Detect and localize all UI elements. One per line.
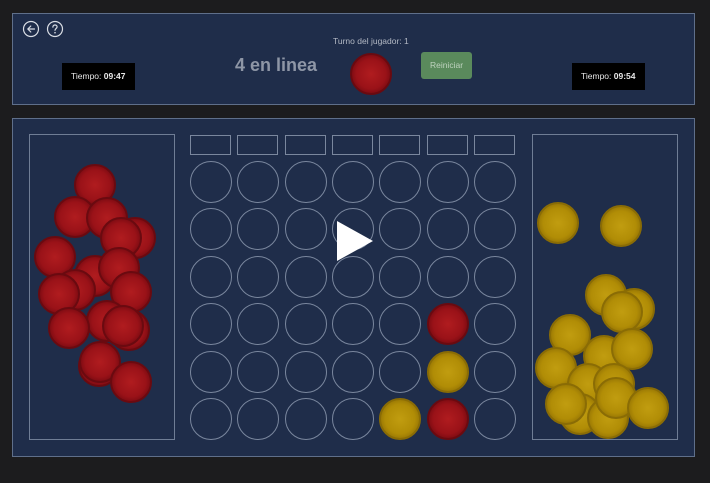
- board-cell[interactable]: [331, 161, 374, 203]
- board-cell[interactable]: [190, 303, 232, 346]
- column-drop-slot-5[interactable]: [379, 135, 421, 155]
- yellow-piece[interactable]: [601, 291, 643, 333]
- board-cell[interactable]: [284, 255, 327, 298]
- board-cell[interactable]: [237, 161, 280, 203]
- yellow-piece[interactable]: [537, 202, 579, 244]
- board-cell[interactable]: [379, 161, 422, 203]
- board-cell[interactable]: [284, 303, 327, 346]
- board-cell[interactable]: [473, 350, 516, 393]
- red-piece[interactable]: [102, 305, 144, 347]
- column-drop-slot-1[interactable]: [190, 135, 231, 155]
- board-cell[interactable]: [331, 350, 374, 393]
- column-drop-slot-4[interactable]: [331, 135, 373, 155]
- board-cell[interactable]: [190, 350, 232, 393]
- board-cell[interactable]: [237, 255, 280, 298]
- board-cell[interactable]: [473, 208, 516, 251]
- yellow-piece[interactable]: [600, 205, 642, 247]
- player2-timer: Tiempo: 09:54: [572, 63, 645, 90]
- player2-timer-label: Tiempo:: [581, 71, 612, 81]
- column-drop-slot-6[interactable]: [426, 135, 468, 155]
- board-cell[interactable]: [379, 255, 422, 298]
- board-cell[interactable]: [473, 161, 516, 203]
- player1-piece-tray: [29, 134, 175, 440]
- board-cell[interactable]: [190, 255, 232, 298]
- board-cell[interactable]: [237, 398, 280, 440]
- red-piece-placed: [426, 398, 469, 440]
- column-drop-slot-7[interactable]: [473, 135, 515, 155]
- board-cell[interactable]: [379, 350, 422, 393]
- board-cell[interactable]: [331, 398, 374, 440]
- board-cell[interactable]: [473, 398, 516, 440]
- board-cell[interactable]: [426, 255, 469, 298]
- board-cell[interactable]: [190, 161, 232, 203]
- play-icon[interactable]: [333, 219, 377, 263]
- board-cell[interactable]: [284, 208, 327, 251]
- board-cell[interactable]: [237, 350, 280, 393]
- red-piece-placed: [426, 303, 469, 346]
- player2-timer-value: 09:54: [613, 71, 636, 81]
- yellow-piece-placed: [379, 398, 422, 440]
- page-title: 4 en linea: [235, 55, 318, 75]
- board-cell[interactable]: [284, 398, 327, 440]
- column-drop-slot-2[interactable]: [237, 135, 279, 155]
- yellow-piece-placed: [426, 350, 469, 393]
- board-cell[interactable]: [426, 208, 469, 251]
- restart-button[interactable]: Reiniciar: [421, 52, 472, 79]
- board-cell[interactable]: [284, 161, 327, 203]
- column-drop-slot-3[interactable]: [284, 135, 326, 155]
- current-turn-piece: [350, 53, 392, 95]
- board-cell[interactable]: [284, 350, 327, 393]
- help-icon[interactable]: [46, 20, 64, 38]
- board-cell[interactable]: [473, 255, 516, 298]
- board-cell[interactable]: [331, 303, 374, 346]
- header-panel: [12, 13, 695, 105]
- back-icon[interactable]: [22, 20, 40, 38]
- board-cell[interactable]: [190, 398, 232, 440]
- red-piece[interactable]: [48, 307, 90, 349]
- player1-timer: Tiempo: 09:47: [62, 63, 135, 90]
- yellow-piece[interactable]: [545, 383, 587, 425]
- yellow-piece[interactable]: [627, 387, 669, 429]
- player1-timer-value: 09:47: [103, 71, 126, 81]
- board-cell[interactable]: [473, 303, 516, 346]
- player1-timer-label: Tiempo:: [71, 71, 102, 81]
- turn-label: Turno del jugador: 1: [333, 36, 409, 46]
- board-cell[interactable]: [426, 161, 469, 203]
- player2-piece-tray: [532, 134, 678, 440]
- red-piece[interactable]: [110, 361, 152, 403]
